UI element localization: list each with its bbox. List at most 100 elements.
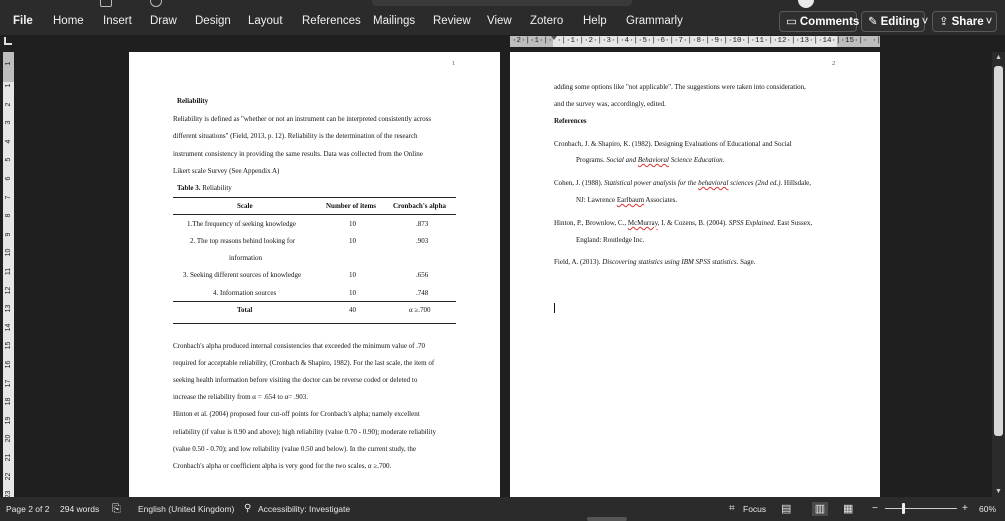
table-cell-items: 10 bbox=[349, 271, 356, 279]
web-layout-icon[interactable]: ▦ bbox=[843, 497, 853, 521]
paragraph-line: Hinton et al. (2004) proposed four cut-o… bbox=[173, 410, 420, 418]
page-2[interactable]: 2 adding some options like "not applicab… bbox=[510, 52, 880, 497]
ruler-tick-label: 17 bbox=[5, 379, 12, 387]
editing-label: Editing bbox=[880, 16, 920, 28]
table-cell-alpha: .748 bbox=[416, 289, 429, 297]
zoom-level[interactable]: 60% bbox=[979, 497, 996, 521]
ref-text: Cohen, J. (1988). bbox=[554, 179, 605, 187]
reference-entry-cont: NJ: Lawrence Earlbaum Associates. bbox=[576, 196, 677, 204]
table-rule bbox=[173, 197, 456, 198]
horizontal-scrollbar-thumb[interactable] bbox=[587, 517, 627, 521]
vertical-scrollbar[interactable]: ▲ ▼ bbox=[992, 52, 1005, 497]
share-label: Share bbox=[951, 16, 984, 28]
tab-view[interactable]: View bbox=[487, 8, 512, 35]
scroll-down-icon[interactable]: ▼ bbox=[992, 488, 1005, 495]
page-number: 1 bbox=[452, 60, 456, 67]
save-icon[interactable] bbox=[100, 0, 112, 7]
table-cell-scale: 4. Information sources bbox=[213, 289, 277, 297]
avatar[interactable] bbox=[798, 0, 814, 8]
ref-text: NJ: Lawrence bbox=[576, 196, 617, 204]
tab-grammarly[interactable]: Grammarly bbox=[626, 8, 683, 35]
paragraph-line: Likert scale Survey (See Appendix A) bbox=[173, 167, 280, 175]
tab-help[interactable]: Help bbox=[583, 8, 607, 35]
paragraph-line: (value 0.50 - 0.70); and low reliability… bbox=[173, 445, 416, 453]
tab-insert[interactable]: Insert bbox=[103, 8, 132, 35]
tab-review[interactable]: Review bbox=[433, 8, 471, 35]
ref-text: Field, A. (2013). bbox=[554, 258, 603, 266]
tab-selector[interactable] bbox=[4, 37, 12, 45]
spelling-flag[interactable]: Earlbaum bbox=[617, 196, 644, 204]
tab-design[interactable]: Design bbox=[195, 8, 231, 35]
table-total-alpha: α ≥.700 bbox=[409, 306, 431, 314]
ref-title: SPSS Explained. bbox=[728, 219, 776, 227]
spelling-flag[interactable]: McMurray bbox=[628, 219, 658, 227]
table-caption: Table 3. Reliability bbox=[177, 184, 232, 192]
spelling-flag[interactable]: Behavioral bbox=[638, 156, 669, 164]
zoom-slider-thumb[interactable] bbox=[902, 503, 905, 514]
focus-icon[interactable]: ⌗ bbox=[729, 497, 735, 521]
reference-entry: Hinton, P., Brownlow, C., McMurray, I. &… bbox=[554, 219, 812, 227]
ref-text: Hinton, P., Brownlow, C., bbox=[554, 219, 628, 227]
ref-title: Statistical power analysis for the bbox=[604, 179, 699, 187]
accessibility-icon[interactable]: ⚲ bbox=[244, 497, 251, 521]
tab-draw[interactable]: Draw bbox=[150, 8, 177, 35]
reference-entry: Cohen, J. (1988). Statistical power anal… bbox=[554, 179, 811, 187]
ref-text: East Sussex, bbox=[775, 219, 813, 227]
section-heading: Reliability bbox=[177, 97, 209, 105]
tab-file[interactable]: File bbox=[13, 8, 33, 35]
word-count[interactable]: 294 words bbox=[60, 497, 99, 521]
page-number: 2 bbox=[832, 60, 836, 67]
proofing-icon[interactable]: ⎘ bbox=[112, 497, 121, 521]
share-icon: ⇪ bbox=[939, 16, 949, 28]
tab-layout[interactable]: Layout bbox=[248, 8, 283, 35]
table-cell-scale-cont: information bbox=[229, 254, 263, 262]
table-caption-text: Reliability bbox=[200, 184, 232, 192]
ruler-tick-label: 6 bbox=[5, 176, 12, 181]
scrollbar-thumb[interactable] bbox=[994, 66, 1003, 436]
tab-home[interactable]: Home bbox=[53, 8, 84, 35]
scroll-up-icon[interactable]: ▲ bbox=[992, 54, 1005, 61]
tab-zotero[interactable]: Zotero bbox=[530, 8, 563, 35]
ref-text: Programs. bbox=[576, 156, 607, 164]
page-count[interactable]: Page 2 of 2 bbox=[6, 497, 49, 521]
print-layout-icon[interactable]: ▥ bbox=[812, 502, 828, 516]
ref-text: Associates. bbox=[644, 196, 678, 204]
zoom-slider[interactable] bbox=[885, 508, 957, 509]
references-heading: References bbox=[554, 117, 587, 125]
table-caption-label: Table 3. bbox=[177, 184, 201, 192]
ruler-tick-label: 8 bbox=[5, 213, 12, 218]
reference-entry-cont: Programs. Social and Behavioral Science … bbox=[576, 156, 724, 164]
ruler-tick-label: 14 bbox=[5, 323, 12, 332]
paragraph-line: Cronbach's alpha or coefficient alpha is… bbox=[173, 462, 392, 470]
reference-entry: Field, A. (2013). Discovering statistics… bbox=[554, 258, 755, 266]
paragraph-line: Cronbach's alpha produced internal consi… bbox=[173, 342, 426, 350]
search-box[interactable] bbox=[372, 0, 632, 6]
accessibility-status[interactable]: Accessibility: Investigate bbox=[258, 497, 350, 521]
focus-button[interactable]: Focus bbox=[743, 497, 766, 521]
comments-button[interactable]: ▭ Comments bbox=[779, 11, 859, 32]
share-button[interactable]: ⇪ Share ˅ bbox=[932, 11, 997, 32]
table-cell-scale: 3. Seeking different sources of knowledg… bbox=[183, 271, 302, 279]
spelling-flag[interactable]: behavioral bbox=[698, 179, 728, 187]
read-mode-icon[interactable]: ▤ bbox=[781, 497, 791, 521]
table-total-label: Total bbox=[237, 306, 253, 314]
ruler-tick-label: 18 bbox=[5, 397, 12, 406]
indent-marker[interactable] bbox=[551, 36, 557, 40]
vertical-ruler[interactable]: 1 1 2 3 4 5 6 7 8 9 10 11 12 13 14 15 16 17 18 19 20 21 22 23 bbox=[3, 52, 14, 499]
paragraph-line: different situations" (Field, 2013, p. 1… bbox=[173, 132, 418, 140]
zoom-out-button[interactable]: − bbox=[872, 497, 878, 521]
zoom-in-button[interactable]: + bbox=[962, 497, 968, 521]
page-1[interactable]: 1 Reliability Reliability is defined as … bbox=[129, 52, 500, 497]
autosave-icon[interactable] bbox=[150, 0, 162, 7]
paragraph-line: seeking health information before visiti… bbox=[173, 376, 418, 384]
ruler-tick-label: 1 bbox=[5, 83, 12, 88]
tab-references[interactable]: References bbox=[302, 8, 361, 35]
paragraph-line: and the survey was, accordingly, edited. bbox=[554, 100, 666, 108]
language-status[interactable]: English (United Kingdom) bbox=[138, 497, 234, 521]
horizontal-ruler[interactable]: ·2·|·1·|· ·|·1·|·2·|·3·|·4·|·5·|·6·|·7·|… bbox=[510, 36, 917, 47]
tab-mailings[interactable]: Mailings bbox=[373, 8, 415, 35]
ref-title: Science Education. bbox=[668, 156, 725, 164]
editing-button[interactable]: ✎ Editing ˅ bbox=[861, 11, 928, 32]
ruler-tick-label: 7 bbox=[5, 195, 12, 200]
ref-text: , I. & Cozens, B. (2004). bbox=[657, 219, 729, 227]
